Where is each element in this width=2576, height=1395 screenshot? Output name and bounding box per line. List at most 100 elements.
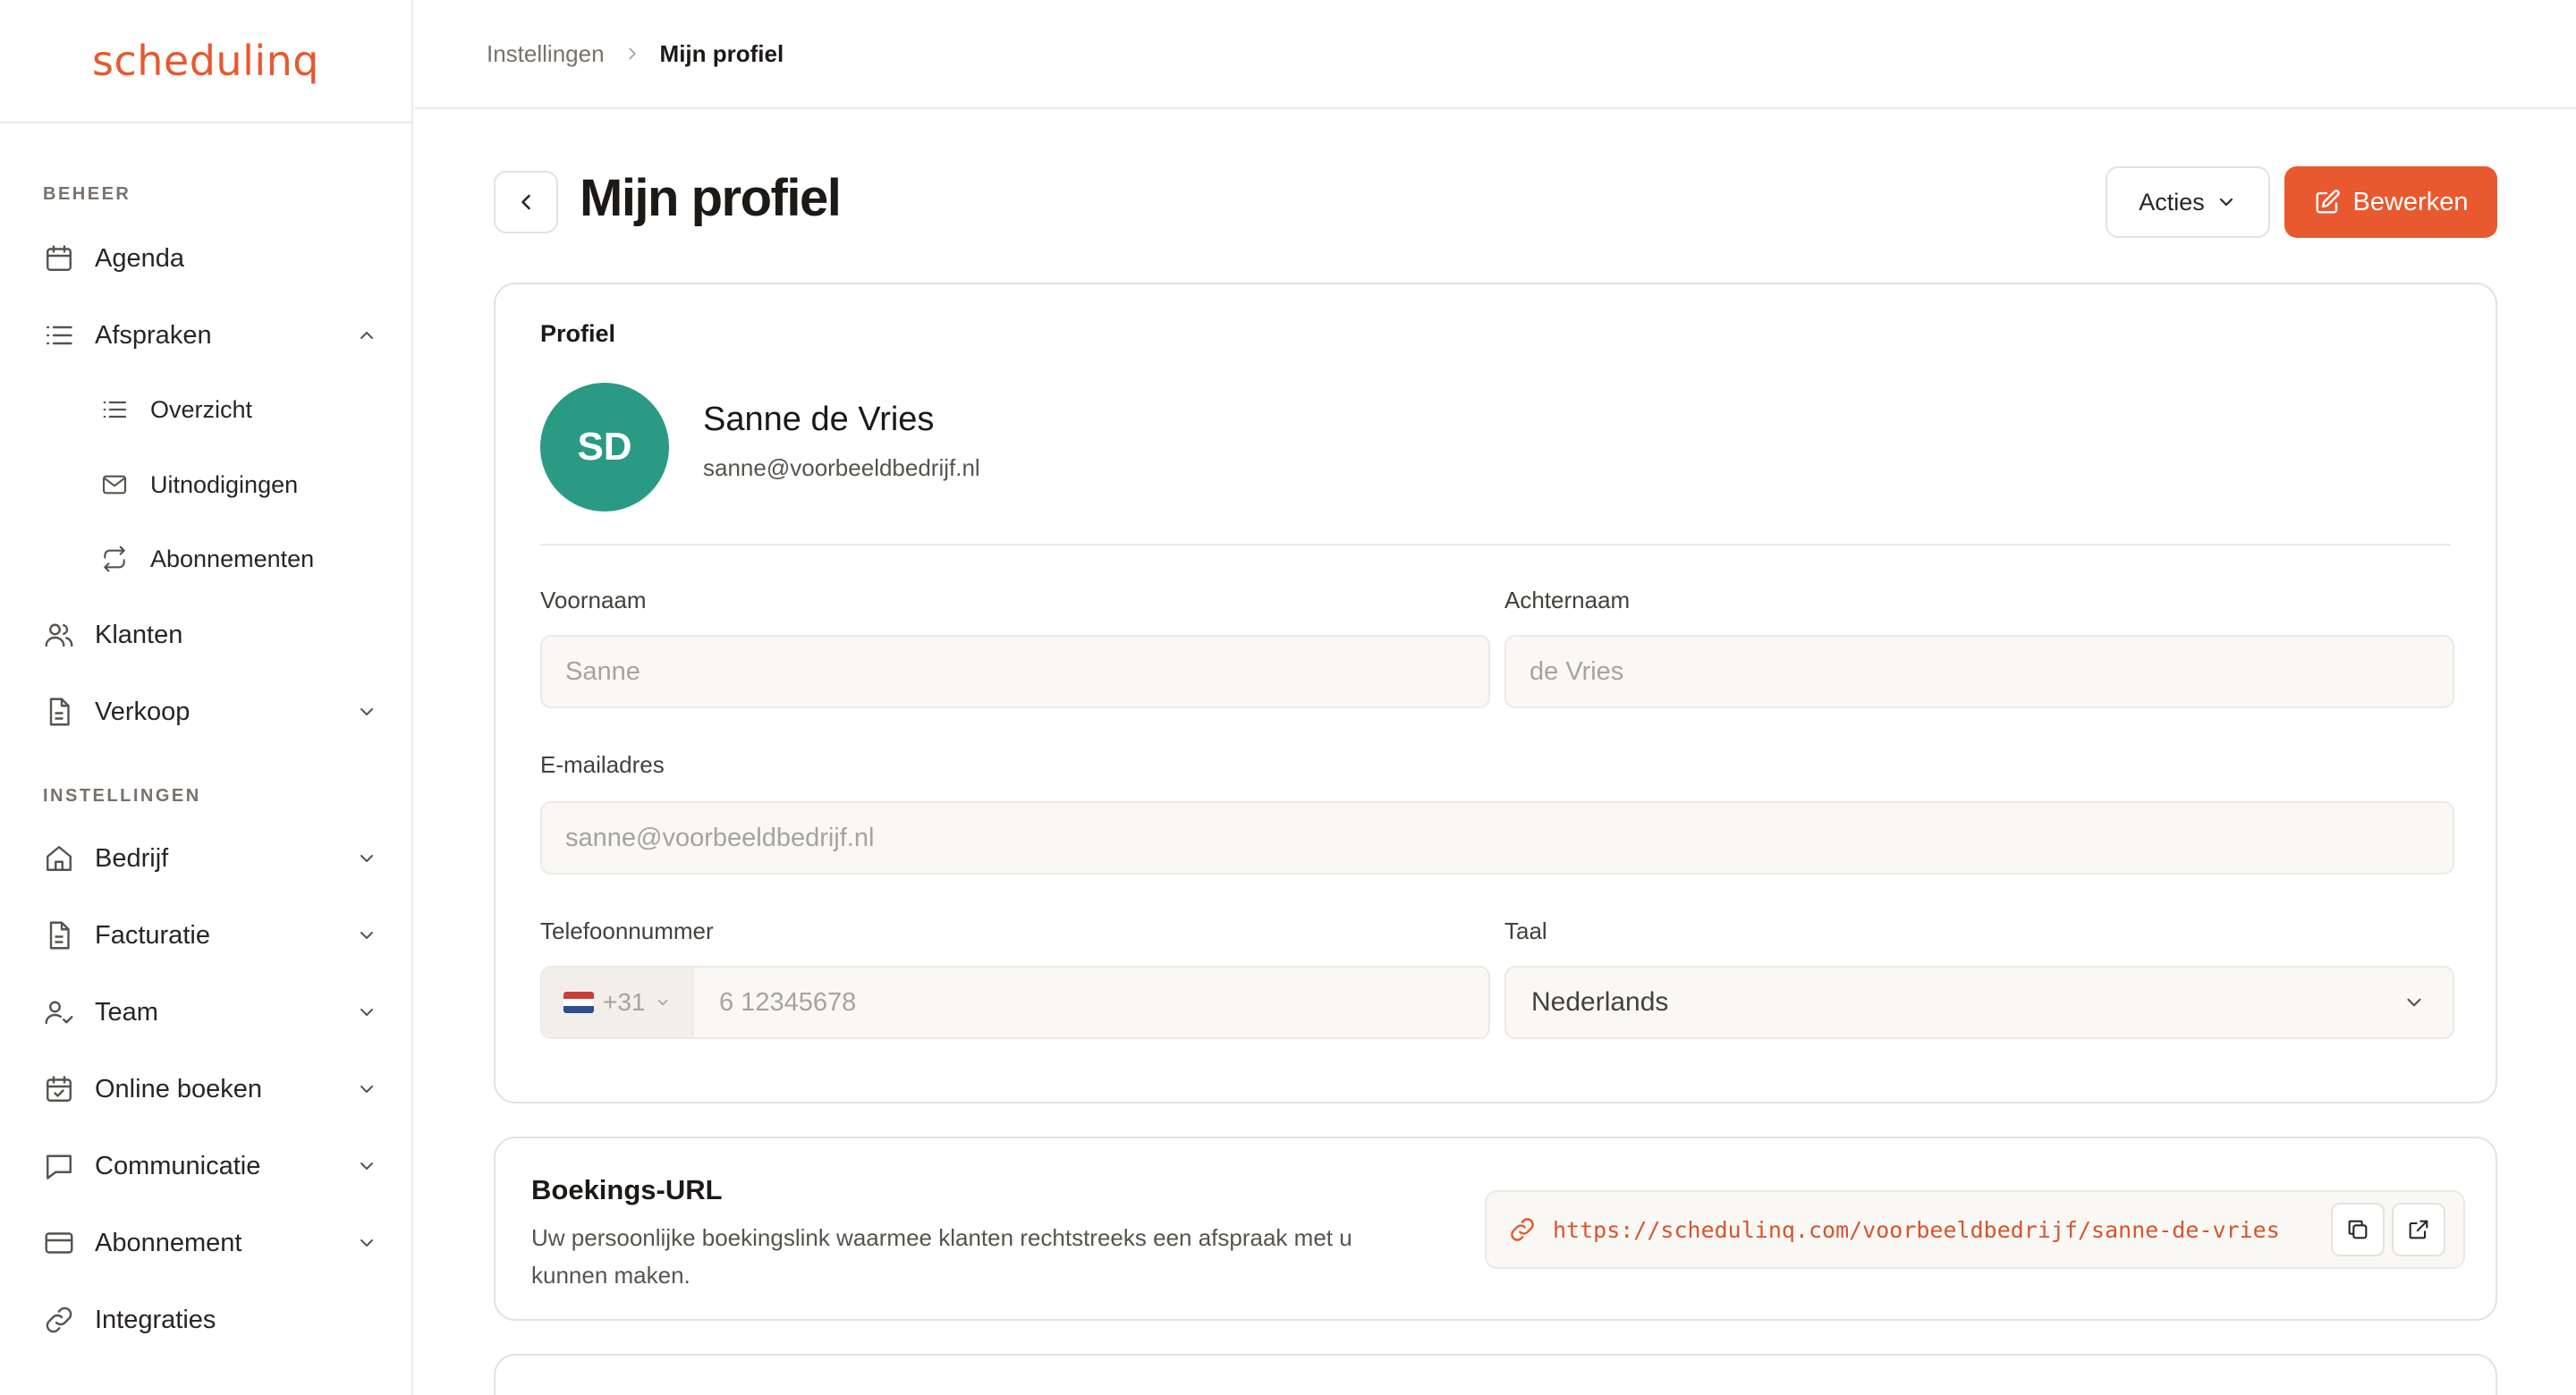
booking-url-box: https://schedulinq.com/voorbeeldbedrijf/…: [1485, 1190, 2465, 1269]
edit-button[interactable]: Bewerken: [2284, 166, 2497, 238]
app-logo[interactable]: schedulinq: [92, 37, 319, 85]
phone-placeholder: 6 12345678: [719, 987, 857, 1017]
sidebar-item-bedrijf[interactable]: Bedrijf: [27, 827, 385, 890]
sidebar-item-label: Online boeken: [95, 1074, 263, 1103]
sidebar-item-label: Uitnodigingen: [150, 470, 299, 498]
sidebar-item-label: Overzicht: [150, 395, 253, 423]
sidebar-item-label: Verkoop: [95, 697, 191, 726]
actions-dropdown-button[interactable]: Acties: [2106, 166, 2270, 238]
home-icon: [39, 839, 79, 878]
calendar-check-icon: [39, 1070, 79, 1109]
topbar: Instellingen Mijn profiel: [415, 0, 2576, 109]
chevron-down-icon: [352, 998, 381, 1027]
phone-label: Telefoonnummer: [540, 917, 714, 944]
user-check-icon: [39, 993, 79, 1032]
breadcrumb-current: Mijn profiel: [659, 39, 784, 67]
profile-email: sanne@voorbeeldbedrijf.nl: [703, 454, 980, 481]
sidebar-item-communicatie[interactable]: Communicatie: [27, 1135, 385, 1197]
booking-url-link[interactable]: https://schedulinq.com/voorbeeldbedrijf/…: [1553, 1217, 2280, 1243]
email-field[interactable]: sanne@voorbeeldbedrijf.nl: [540, 801, 2454, 875]
sidebar-subitem-overzicht[interactable]: Overzicht: [86, 380, 385, 439]
sidebar-item-abonnement[interactable]: Abonnement: [27, 1212, 385, 1274]
breadcrumb: Instellingen Mijn profiel: [487, 40, 784, 68]
link-icon: [1508, 1215, 1537, 1244]
language-value: Nederlands: [1531, 987, 1669, 1017]
repeat-icon: [95, 539, 134, 579]
sidebar-item-facturatie[interactable]: Facturatie: [27, 904, 385, 967]
country-code-select[interactable]: +31: [542, 968, 694, 1037]
list-icon: [39, 316, 79, 355]
sidebar-item-label: Abonnementen: [150, 545, 315, 572]
netherlands-flag-icon: [564, 992, 594, 1013]
calendar-icon: [39, 239, 79, 278]
next-card: [494, 1354, 2497, 1395]
sidebar-subitem-uitnodigingen[interactable]: Uitnodigingen: [86, 455, 385, 514]
language-label: Taal: [1504, 917, 1547, 944]
chevron-down-icon: [352, 1229, 381, 1257]
sidebar-item-label: Klanten: [95, 620, 183, 649]
link-icon: [39, 1300, 79, 1340]
edit-icon: [2314, 189, 2341, 216]
sidebar-subitem-abonnementen[interactable]: Abonnementen: [86, 529, 385, 588]
card-icon: [39, 1223, 79, 1263]
country-code: +31: [603, 988, 646, 1016]
sidebar-item-label: Team: [95, 997, 158, 1027]
sidebar-item-afspraken[interactable]: Afspraken: [27, 304, 385, 367]
chevron-down-icon: [352, 921, 381, 950]
copy-icon: [2345, 1217, 2370, 1242]
chevron-down-icon: [352, 844, 381, 873]
document-icon: [39, 916, 79, 955]
sidebar-item-agenda[interactable]: Agenda: [27, 227, 385, 290]
sidebar-item-label: Abonnement: [95, 1228, 242, 1257]
chevron-down-icon: [352, 1152, 381, 1180]
page-title: Mijn profiel: [580, 169, 842, 227]
section-label-settings: INSTELLINGEN: [43, 786, 201, 806]
chevron-left-icon: [513, 190, 538, 215]
chat-icon: [39, 1146, 79, 1186]
external-link-icon: [2406, 1217, 2431, 1242]
chevron-down-icon: [352, 1075, 381, 1103]
copy-url-button[interactable]: [2331, 1203, 2385, 1256]
last-name-label: Achternaam: [1504, 587, 1631, 613]
breadcrumb-parent[interactable]: Instellingen: [487, 40, 605, 68]
sidebar-item-online-boeken[interactable]: Online boeken: [27, 1058, 385, 1120]
section-label-manage: BEHEER: [43, 184, 131, 204]
booking-url-card: Boekings-URL Uw persoonlijke boekingslin…: [494, 1137, 2497, 1321]
sidebar-item-team[interactable]: Team: [27, 981, 385, 1044]
language-select[interactable]: Nederlands: [1504, 966, 2454, 1039]
first-name-label: Voornaam: [540, 587, 647, 613]
sidebar-item-integraties[interactable]: Integraties: [27, 1289, 385, 1351]
chevron-up-icon: [352, 321, 381, 350]
divider: [540, 544, 2451, 545]
actions-label: Acties: [2139, 188, 2205, 216]
sidebar-item-label: Facturatie: [95, 920, 210, 950]
users-icon: [39, 615, 79, 655]
sidebar-item-label: Integraties: [95, 1305, 216, 1334]
chevron-down-icon: [2402, 990, 2428, 1015]
back-button[interactable]: [494, 171, 558, 233]
chevron-down-icon: [352, 698, 381, 726]
sidebar: schedulinq BEHEER Agenda Afspraken Overz…: [0, 0, 413, 1395]
email-label: E-mailadres: [540, 751, 665, 778]
profile-name: Sanne de Vries: [703, 401, 935, 438]
edit-label: Bewerken: [2352, 187, 2469, 216]
sidebar-item-label: Agenda: [95, 243, 184, 273]
sidebar-item-verkoop[interactable]: Verkoop: [27, 681, 385, 743]
profile-card: Profiel SD Sanne de Vries sanne@voorbeel…: [494, 283, 2497, 1103]
list-icon: [95, 390, 134, 429]
booking-url-title: Boekings-URL: [531, 1174, 723, 1205]
open-url-button[interactable]: [2392, 1203, 2445, 1256]
sidebar-item-klanten[interactable]: Klanten: [27, 604, 385, 666]
last-name-field[interactable]: de Vries: [1504, 635, 2454, 708]
chevron-down-icon: [655, 994, 671, 1010]
phone-field[interactable]: +31 6 12345678: [540, 966, 1490, 1039]
avatar: SD: [540, 383, 669, 512]
logo-area: schedulinq: [0, 0, 411, 123]
mail-icon: [95, 465, 134, 504]
first-name-field[interactable]: Sanne: [540, 635, 1490, 708]
sidebar-item-label: Bedrijf: [95, 843, 169, 873]
booking-url-description: Uw persoonlijke boekingslink waarmee kla…: [531, 1224, 1352, 1289]
sidebar-item-label: Communicatie: [95, 1151, 261, 1180]
chevron-right-icon: [623, 44, 642, 63]
profile-section-title: Profiel: [540, 320, 616, 347]
